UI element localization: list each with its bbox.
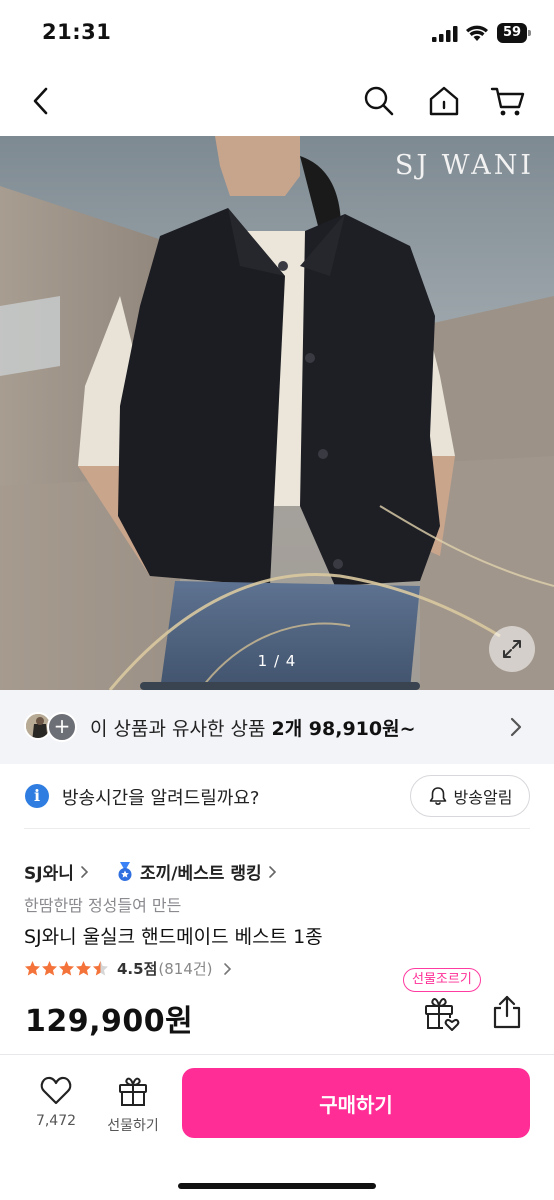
gift-button[interactable]: 선물하기 xyxy=(100,1075,166,1141)
ranking-link[interactable]: 조끼/베스트 랭킹 xyxy=(116,859,277,884)
star-icon xyxy=(76,961,91,976)
battery-indicator: 59 xyxy=(497,23,531,43)
buy-button[interactable]: 구매하기 xyxy=(182,1068,530,1138)
ranking-label: 조끼/베스트 랭킹 xyxy=(140,864,262,884)
gift-request-badge: 선물조르기 xyxy=(403,968,481,992)
broadcast-question: 방송시간을 알려드릴까요? xyxy=(62,788,260,809)
back-button[interactable] xyxy=(22,82,60,120)
status-bar: 21:31 59 xyxy=(0,0,554,66)
store-name: SJ와니 xyxy=(24,864,74,884)
chevron-right-icon xyxy=(223,962,231,975)
chevron-right-icon xyxy=(81,865,88,878)
star-icon xyxy=(42,961,57,976)
wifi-icon xyxy=(466,25,488,41)
product-title: SJ와니 울실크 핸드메이드 베스트 1종 xyxy=(24,926,323,948)
section-divider xyxy=(24,828,530,829)
like-count: 7,472 xyxy=(35,1113,77,1129)
cart-icon xyxy=(490,87,525,116)
cart-button[interactable] xyxy=(489,82,527,120)
brand-watermark: SJ WANI xyxy=(394,150,534,181)
expand-image-button[interactable] xyxy=(489,626,535,672)
chevron-right-icon xyxy=(268,865,276,878)
rating-reviews-link[interactable]: 4.5점 (814건) xyxy=(24,958,232,979)
more-similar-icon: + xyxy=(47,712,77,742)
product-image-carousel[interactable]: SJ WANI 1 / 4 xyxy=(0,136,554,690)
info-icon: i xyxy=(25,784,49,808)
star-icon xyxy=(25,961,40,976)
broadcast-alert-label: 방송알림 xyxy=(453,788,513,807)
home-icon xyxy=(429,86,459,116)
cellular-signal-icon xyxy=(432,26,458,42)
image-page-indicator: 1 / 4 xyxy=(257,652,297,670)
status-time: 21:31 xyxy=(42,20,112,44)
store-link[interactable]: SJ와니 xyxy=(24,859,89,884)
similar-products-text: 이 상품과 유사한 상품 2개 98,910원~ xyxy=(90,714,416,741)
heart-icon xyxy=(40,1076,72,1105)
like-button[interactable]: 7,472 xyxy=(26,1075,86,1141)
medal-icon xyxy=(118,861,132,881)
similar-prefix: 이 상품과 유사한 상품 xyxy=(90,718,272,740)
rating-score: 4.5점 xyxy=(117,960,158,978)
top-nav-bar xyxy=(0,66,554,136)
battery-nub xyxy=(528,30,531,36)
gift-icon xyxy=(119,1077,147,1106)
broadcast-alert-button[interactable]: 방송알림 xyxy=(410,775,530,817)
share-icon xyxy=(493,995,521,1029)
gift-label: 선물하기 xyxy=(107,1118,159,1134)
gift-request-button[interactable] xyxy=(421,994,461,1032)
expand-arrows-icon xyxy=(503,640,521,658)
review-count: (814건) xyxy=(158,960,213,978)
gift-heart-icon xyxy=(425,998,460,1031)
chevron-right-icon xyxy=(510,717,522,737)
star-rating xyxy=(24,960,109,977)
bottom-action-bar: 7,472 선물하기 구매하기 xyxy=(0,1054,554,1200)
battery-level: 59 xyxy=(502,25,522,40)
chevron-left-icon xyxy=(33,87,48,115)
similar-price-highlight: 2개 98,910원~ xyxy=(271,718,416,740)
home-indicator xyxy=(178,1183,376,1189)
home-button[interactable] xyxy=(425,82,463,120)
star-icon xyxy=(93,961,108,976)
product-photo xyxy=(0,136,554,690)
search-icon xyxy=(364,86,394,116)
search-button[interactable] xyxy=(360,82,398,120)
product-subtitle: 한땀한땀 정성들여 만든 xyxy=(24,896,182,915)
broadcast-alert-row: i 방송시간을 알려드릴까요? 방송알림 xyxy=(0,764,554,828)
product-price: 129,900원 xyxy=(25,1004,194,1039)
star-icon xyxy=(59,961,74,976)
similar-products-banner[interactable]: + 이 상품과 유사한 상품 2개 98,910원~ xyxy=(0,690,554,764)
bell-icon xyxy=(429,787,446,805)
share-button[interactable] xyxy=(490,994,524,1030)
